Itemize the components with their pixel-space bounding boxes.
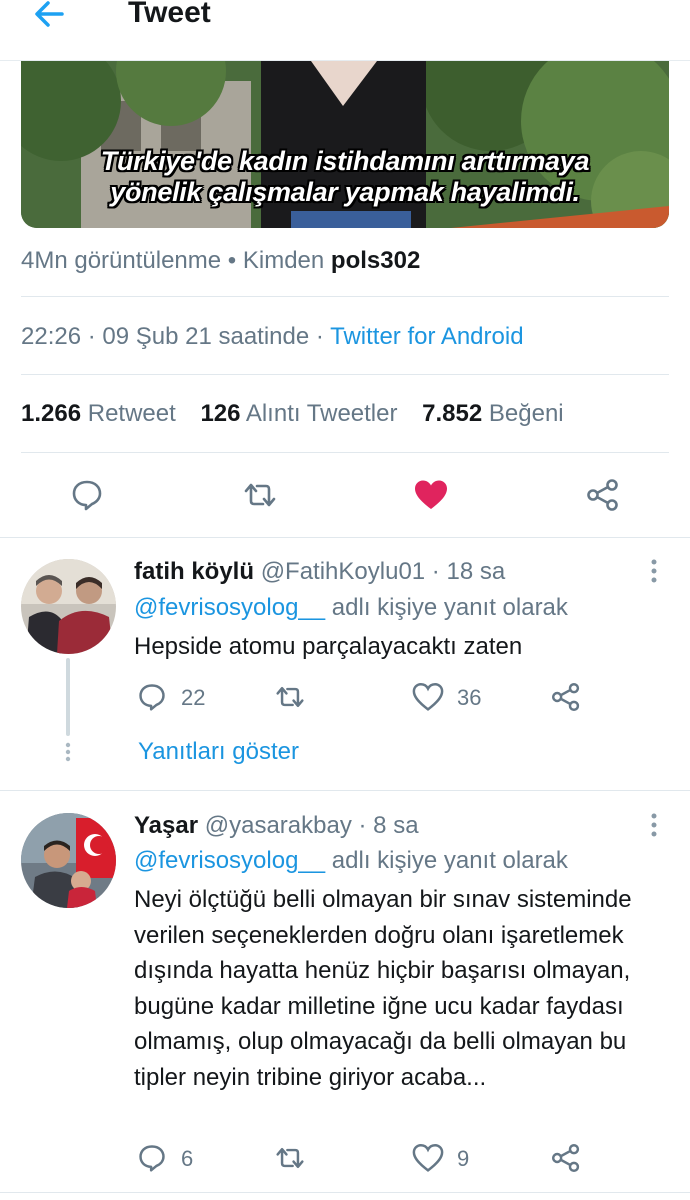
- reply-button[interactable]: [137, 1143, 167, 1178]
- reply-author-name[interactable]: Yaşar: [134, 812, 198, 839]
- reply-author-row: Yaşar @yasarakbay · 8 sa: [134, 812, 419, 840]
- reply-author-name[interactable]: fatih köylü: [134, 558, 254, 585]
- retweet-button[interactable]: [273, 682, 307, 717]
- like-button[interactable]: [412, 1143, 444, 1178]
- reply-to-mention[interactable]: @fevrisosyolog__: [134, 847, 325, 874]
- share-icon: [551, 682, 580, 712]
- heart-filled-icon: [415, 480, 447, 509]
- avatar-image: [21, 559, 116, 654]
- share-button[interactable]: [550, 682, 582, 717]
- retweet-button[interactable]: [273, 1143, 307, 1178]
- page-title: Tweet: [128, 0, 211, 29]
- reply-icon: [139, 1145, 165, 1172]
- reply-icon: [139, 684, 165, 711]
- share-button[interactable]: [550, 1143, 582, 1178]
- reply-to-row: @fevrisosyolog__ adlı kişiye yanıt olara…: [134, 847, 568, 875]
- retweets-label: Retweet: [87, 400, 176, 427]
- client-link[interactable]: Twitter for Android: [330, 323, 523, 350]
- likes-stat[interactable]: 7.852 Beğeni: [422, 400, 563, 427]
- divider: [0, 537, 690, 538]
- reply-text: Neyi ölçtüğü belli olmayan bir sınav sis…: [134, 886, 632, 1091]
- reply-count: 6: [181, 1146, 194, 1171]
- retweet-icon: [276, 1147, 304, 1169]
- reply-text: Hepside atomu parçalayacaktı zaten: [134, 633, 523, 660]
- share-button[interactable]: [585, 478, 621, 517]
- timestamp: 22:26 · 09 Şub 21 saatinde ·: [21, 323, 324, 350]
- reply-button[interactable]: [70, 478, 104, 517]
- retweet-button[interactable]: [241, 478, 279, 517]
- likes-label: Beğeni: [488, 400, 564, 427]
- divider: [21, 374, 669, 375]
- video-caption-line1: Türkiye'de kadın istihdamını arttırmaya: [100, 146, 590, 176]
- view-count: 4Mn görüntülenme: [21, 247, 222, 274]
- show-replies-link[interactable]: Yanıtları göster: [138, 738, 299, 766]
- divider: [0, 790, 690, 791]
- reply-to-row: @fevrisosyolog__ adlı kişiye yanıt olara…: [134, 594, 568, 622]
- thread-line: [65, 658, 71, 762]
- reply-icon: [72, 480, 102, 511]
- source-user-link[interactable]: pols302: [331, 247, 420, 274]
- from-label: Kimden: [242, 247, 325, 274]
- retweet-icon: [244, 483, 276, 507]
- heart-icon: [412, 682, 444, 711]
- reply-count: 22: [181, 685, 206, 710]
- divider: [0, 1192, 690, 1193]
- reply-to-suffix: adlı kişiye yanıt olarak: [331, 594, 568, 621]
- share-icon: [587, 479, 618, 511]
- avatar[interactable]: [21, 559, 116, 654]
- more-options-icon[interactable]: [650, 812, 658, 838]
- retweets-stat[interactable]: 1.266 Retweet: [21, 400, 176, 427]
- view-count-row: 4Mn görüntülenme • Kimden pols302: [21, 247, 420, 275]
- retweets-count: 1.266: [21, 400, 82, 427]
- reply-author-handle: @yasarakbay · 8 sa: [204, 812, 419, 839]
- tweet-stats: 1.266 Retweet 126 Alıntı Tweetler 7.852 …: [21, 400, 564, 428]
- top-bar: Tweet: [0, 0, 690, 61]
- heart-icon: [412, 1143, 444, 1172]
- reply-button[interactable]: [137, 682, 167, 717]
- reply-author-handle: @FatihKoylu01 · 18 sa: [260, 558, 506, 585]
- share-icon: [551, 1143, 580, 1173]
- like-button[interactable]: [412, 682, 444, 717]
- more-options-icon[interactable]: [650, 558, 658, 584]
- avatar[interactable]: [21, 813, 116, 908]
- quotes-stat[interactable]: 126 Alıntı Tweetler: [200, 400, 397, 427]
- likes-count: 7.852: [422, 400, 483, 427]
- retweet-icon: [276, 686, 304, 708]
- like-button[interactable]: [413, 478, 449, 517]
- arrow-left-icon: [35, 1, 64, 27]
- avatar-image: [21, 813, 116, 908]
- like-count: 36: [457, 685, 482, 710]
- video-caption-line2: yönelik çalışmalar yapmak hayalimdi.: [110, 177, 580, 207]
- reply-to-suffix: adlı kişiye yanıt olarak: [331, 847, 568, 874]
- timestamp-row: 22:26 · 09 Şub 21 saatinde · Twitter for…: [21, 323, 524, 351]
- quotes-label: Alıntı Tweetler: [245, 400, 398, 427]
- video-player[interactable]: Türkiye'de kadın istihdamını arttırmaya …: [21, 61, 669, 228]
- divider: [21, 452, 669, 453]
- divider: [21, 296, 669, 297]
- back-button[interactable]: [32, 0, 68, 30]
- quotes-count: 126: [200, 400, 241, 427]
- reply-to-mention[interactable]: @fevrisosyolog__: [134, 594, 325, 621]
- separator: •: [227, 247, 237, 274]
- like-count: 9: [457, 1146, 470, 1171]
- reply-author-row: fatih köylü @FatihKoylu01 · 18 sa: [134, 558, 505, 586]
